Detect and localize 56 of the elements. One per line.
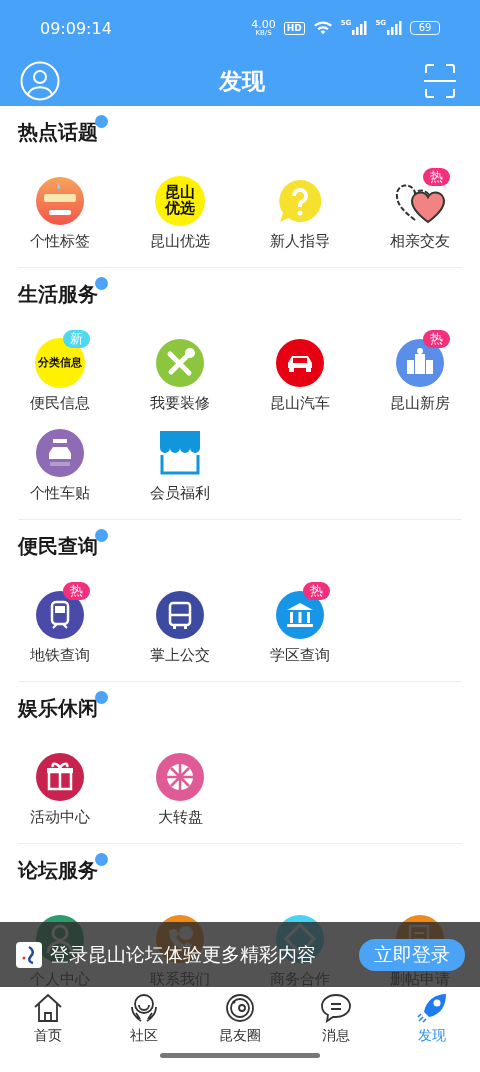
nav-tab[interactable]: 昆友圈 [219,993,261,1043]
item-label[interactable]: 昆山汽车 [270,395,330,412]
planet-icon [224,993,256,1023]
item-label[interactable]: 大转盘 [157,809,203,826]
dot-marker [95,528,108,542]
status-badge: 热 [423,330,450,348]
network-speed: 4.00 [251,19,276,30]
gift-icon[interactable] [35,752,85,802]
item-label[interactable]: 活动中心 [30,809,90,826]
section-title: 热点话题 [18,118,98,146]
tools-icon[interactable] [155,338,205,388]
status-badge: 热 [423,168,450,186]
nav-tab[interactable]: 发现 [416,993,448,1043]
status-badge: 热 [63,582,90,600]
item-label[interactable]: 个性标签 [30,233,90,250]
section-title: 生活服务 [18,280,98,308]
section-title: 便民查询 [18,532,98,560]
item-label[interactable]: 掌上公交 [150,647,210,664]
wifi-icon [312,20,333,36]
car-icon[interactable] [275,338,325,388]
clock: 09:09:14 [40,18,113,38]
section-title: 论坛服务 [18,856,98,884]
hd-indicator: HD [283,21,305,35]
battery-level: 69 [410,21,440,35]
signal-icon [386,20,402,36]
logo-icon[interactable]: 昆山 优选 [155,176,205,226]
item-label[interactable]: 昆山优选 [150,233,210,250]
item-label[interactable]: 会员福利 [150,485,210,502]
nav-tab[interactable]: 消息 [320,993,352,1043]
status-badge: 新 [63,330,90,348]
profile-button[interactable] [20,61,60,101]
home-icon [32,993,64,1023]
dot-marker [95,114,108,128]
people-icon [128,993,160,1023]
status-badge: 热 [303,582,330,600]
rocket-icon [416,993,448,1023]
item-label[interactable]: 我要装修 [150,395,210,412]
item-label[interactable]: 地铁查询 [30,647,90,664]
scan-button[interactable] [424,63,456,99]
item-label[interactable]: 个性车贴 [30,485,90,502]
signal-icon [351,20,368,36]
nav-tab[interactable]: 首页 [32,993,64,1043]
item-label[interactable]: 学区查询 [270,647,330,664]
item-label[interactable]: 便民信息 [30,395,90,412]
login-prompt: 登录昆山论坛体验更多精彩内容 [50,941,317,967]
item-label[interactable]: 新人指导 [270,233,330,250]
chat-icon [320,993,352,1023]
wheel-icon[interactable] [155,752,205,802]
item-label[interactable]: 昆山新房 [390,395,450,412]
section-title: 娱乐休闲 [18,694,98,722]
app-logo-icon [16,941,42,968]
item-label[interactable]: 相亲交友 [390,233,450,250]
bus-icon[interactable] [155,590,205,640]
page-title: 发现 [219,66,265,96]
nav-tab[interactable]: 社区 [128,993,160,1043]
dot-marker [95,690,108,704]
